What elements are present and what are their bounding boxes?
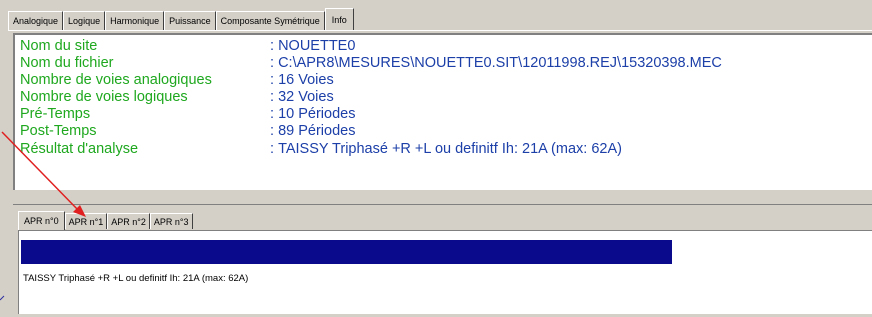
info-colon: :: [270, 123, 279, 139]
info-row-file: Nom du fichier : C:\APR8\MESURES\NOUETTE…: [20, 55, 722, 71]
info-value: 89 Périodes: [278, 123, 356, 139]
info-row-logic-channels: Nombre de voies logiques : 32 Voies: [20, 89, 334, 105]
top-tab-strip: Analogique Logique Harmonique Puissance …: [8, 6, 354, 31]
info-row-pre-time: Pré-Temps : 10 Périodes: [20, 106, 355, 122]
apr-panel: TAISSY Triphasé +R +L ou definitf Ih: 21…: [18, 230, 872, 314]
tab-divider: [8, 30, 872, 31]
info-value: NOUETTE0: [278, 38, 356, 54]
tab-puissance[interactable]: Puissance: [164, 11, 216, 30]
info-colon: :: [270, 72, 279, 88]
info-row-site: Nom du site : NOUETTE0: [20, 38, 355, 54]
tab-composante-symetrique[interactable]: Composante Symétrique: [215, 11, 325, 30]
info-label: Résultat d'analyse: [20, 141, 139, 157]
info-label: Nombre de voies logiques: [20, 89, 188, 105]
tab-apr-0[interactable]: APR n°0: [18, 211, 65, 230]
tab-harmonique[interactable]: Harmonique: [105, 11, 165, 30]
info-colon: :: [270, 106, 279, 122]
info-colon: :: [270, 89, 279, 105]
info-value: C:\APR8\MESURES\NOUETTE0.SIT\12011998.RE…: [278, 55, 722, 71]
tab-apr-3[interactable]: APR n°3: [149, 213, 193, 229]
info-label: Post-Temps: [20, 123, 97, 139]
info-row-analog-channels: Nombre de voies analogiques : 16 Voies: [20, 72, 334, 88]
info-value: 32 Voies: [278, 89, 334, 105]
info-colon: :: [270, 141, 279, 157]
tab-apr-1[interactable]: APR n°1: [64, 213, 108, 229]
apr-frame: APR n°0 APR n°1 APR n°2 APR n°3 TAISSY T…: [13, 204, 872, 317]
info-label: Nom du site: [20, 38, 98, 54]
info-value: TAISSY Triphasé +R +L ou definitf Ih: 21…: [278, 141, 622, 157]
info-panel: Nom du site : NOUETTE0 Nom du fichier : …: [13, 33, 872, 190]
apr-result-bar: [21, 240, 672, 264]
info-value: 16 Voies: [278, 72, 334, 88]
apr-status-text: TAISSY Triphasé +R +L ou definitf Ih: 21…: [23, 273, 249, 284]
info-label: Nom du fichier: [20, 55, 114, 71]
info-value: 10 Périodes: [278, 106, 356, 122]
info-colon: :: [270, 38, 279, 54]
tab-analogique[interactable]: Analogique: [8, 11, 64, 30]
info-label: Nombre de voies analogiques: [20, 72, 212, 88]
info-colon: :: [270, 55, 279, 71]
tab-apr-2[interactable]: APR n°2: [107, 213, 150, 229]
tab-info[interactable]: Info: [324, 8, 354, 31]
annotation-arrow-stub: [0, 295, 5, 301]
apr-tab-strip: APR n°0 APR n°1 APR n°2 APR n°3: [18, 211, 193, 230]
tab-logique[interactable]: Logique: [63, 11, 106, 30]
info-row-post-time: Post-Temps : 89 Périodes: [20, 123, 355, 139]
info-row-analysis-result: Résultat d'analyse : TAISSY Triphasé +R …: [20, 141, 622, 157]
info-label: Pré-Temps: [20, 106, 91, 122]
